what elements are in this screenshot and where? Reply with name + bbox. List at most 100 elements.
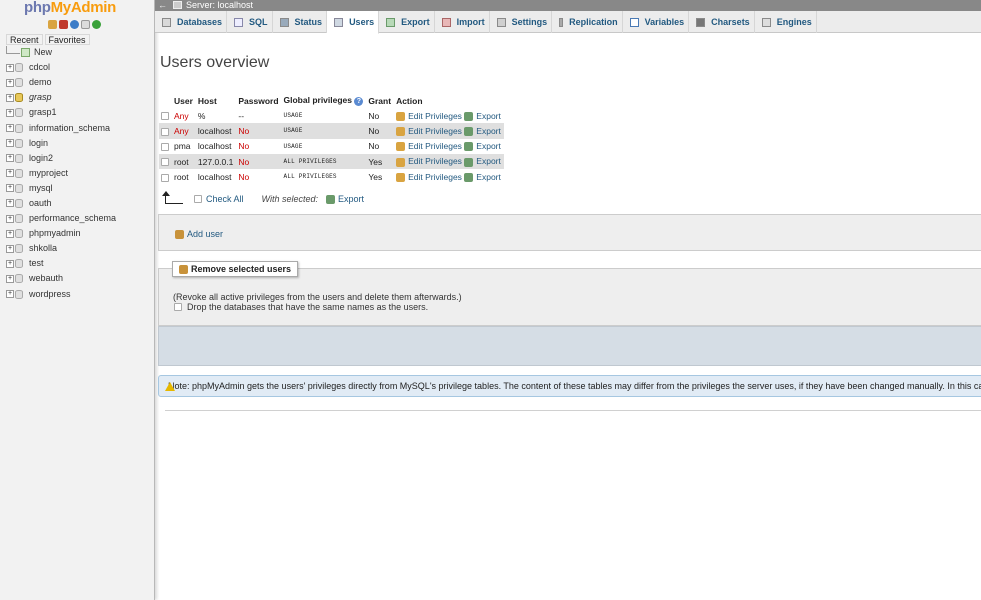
table-row: pma localhost No USAGE No Edit Privilege… <box>159 138 504 154</box>
tree-item-test[interactable]: + test <box>6 256 116 271</box>
edit-privileges-link[interactable]: Edit Privileges <box>396 111 462 121</box>
help-icon[interactable]: ? <box>354 96 364 106</box>
database-icon <box>15 78 23 88</box>
row-checkbox[interactable] <box>161 173 169 182</box>
check-all-checkbox[interactable] <box>194 195 202 203</box>
expand-icon[interactable]: + <box>6 169 14 178</box>
link-label: Export <box>476 125 501 136</box>
export-link[interactable]: Export <box>464 125 501 137</box>
tab-databases[interactable]: Databases <box>155 11 228 33</box>
edit-privileges-link[interactable]: Edit Privileges <box>396 141 462 152</box>
tab-import[interactable]: Import <box>435 11 490 33</box>
drop-databases-label[interactable]: Drop the databases that have the same na… <box>187 302 428 312</box>
host-cell: localhost <box>195 138 237 154</box>
quick-icons <box>48 20 101 31</box>
expand-icon[interactable]: + <box>6 93 14 102</box>
grant-cell: No <box>366 123 395 139</box>
export-link[interactable]: Export <box>464 111 501 121</box>
expand-icon[interactable]: + <box>6 290 14 299</box>
export-link[interactable]: Export <box>464 156 501 167</box>
add-user-link[interactable]: Add user <box>175 229 223 239</box>
column-global-privileges[interactable]: Global privileges ? <box>281 93 367 108</box>
tree-item-information-schema[interactable]: + information_schema <box>6 120 116 135</box>
link-label: Edit Privileges <box>408 141 462 152</box>
tab-settings[interactable]: Settings <box>490 11 553 33</box>
edit-privileges-link[interactable]: Edit Privileges <box>396 156 462 167</box>
tree-item-shkolla[interactable]: + shkolla <box>6 241 116 256</box>
expand-icon[interactable]: + <box>6 214 14 223</box>
home-icon[interactable] <box>48 20 57 29</box>
row-checkbox[interactable] <box>161 158 169 167</box>
tab-users[interactable]: Users <box>327 11 380 34</box>
column-password[interactable]: Password <box>236 93 282 108</box>
edit-privileges-link[interactable]: Edit Privileges <box>396 172 462 182</box>
collapse-arrow-icon[interactable]: ← <box>158 0 167 10</box>
column-grant[interactable]: Grant <box>366 93 395 108</box>
expand-icon[interactable]: + <box>6 108 14 117</box>
tree-item-demo[interactable]: + demo <box>6 75 116 90</box>
column-user[interactable]: User <box>172 93 196 108</box>
phpmyadmin-logo[interactable]: phpMyAdmin <box>24 0 116 16</box>
tab-export[interactable]: Export <box>379 11 435 33</box>
expand-icon[interactable]: + <box>6 124 14 133</box>
expand-icon[interactable]: + <box>6 139 14 148</box>
server-breadcrumb[interactable]: Server: localhost <box>186 0 253 10</box>
drop-databases-checkbox[interactable] <box>174 303 182 311</box>
tree-item-myproject[interactable]: + myproject <box>6 166 116 181</box>
database-icon <box>15 123 23 133</box>
tree-item-grasp1[interactable]: + grasp1 <box>6 105 116 120</box>
tab-charsets[interactable]: Charsets <box>689 11 755 33</box>
tree-item-new[interactable]: New <box>6 45 116 60</box>
expand-icon[interactable]: + <box>6 63 14 72</box>
tab-variables[interactable]: Variables <box>623 11 690 33</box>
tree-item-performance-schema[interactable]: + performance_schema <box>6 211 116 226</box>
expand-icon[interactable]: + <box>6 274 14 283</box>
help-icon[interactable] <box>70 20 79 29</box>
tab-status[interactable]: Status <box>273 11 328 33</box>
tree-item-login2[interactable]: + login2 <box>6 151 116 166</box>
edit-privileges-link[interactable]: Edit Privileges <box>396 126 462 137</box>
reload-icon[interactable] <box>92 20 101 29</box>
tree-item-phpmyadmin[interactable]: + phpmyadmin <box>6 226 116 241</box>
variables-icon <box>629 17 639 27</box>
tab-sql[interactable]: SQL <box>227 11 273 33</box>
tree-item-cdcol[interactable]: + cdcol <box>6 60 116 75</box>
remove-selected-users-legend: Remove selected users <box>172 261 299 277</box>
expand-icon[interactable]: + <box>6 229 14 238</box>
database-icon <box>15 259 23 269</box>
tree-item-login[interactable]: + login <box>6 136 116 151</box>
expand-icon[interactable]: + <box>6 244 14 253</box>
docs-icon[interactable] <box>81 20 90 29</box>
tree-item-label: grasp1 <box>29 107 57 118</box>
tree-item-wordpress[interactable]: + wordpress <box>6 287 116 302</box>
tab-recent[interactable]: Recent <box>6 34 43 45</box>
tree-item-label: login2 <box>29 152 54 163</box>
tree-item-label: webauth <box>29 273 64 284</box>
tab-engines[interactable]: Engines <box>755 11 817 33</box>
check-all-label[interactable]: Check All <box>206 194 244 204</box>
expand-icon[interactable]: + <box>6 78 14 87</box>
tree-item-oauth[interactable]: + oauth <box>6 196 116 211</box>
export-link[interactable]: Export <box>464 141 501 152</box>
tree-item-mysql[interactable]: + mysql <box>6 181 116 196</box>
tab-label: Settings <box>511 17 548 27</box>
tree-item-webauth[interactable]: + webauth <box>6 271 116 286</box>
tab-favorites[interactable]: Favorites <box>44 34 90 45</box>
export-link[interactable]: Export <box>464 172 501 182</box>
password-cell: -- <box>236 108 282 124</box>
row-checkbox[interactable] <box>161 127 169 136</box>
database-icon <box>15 289 23 299</box>
database-tree: New + cdcol + demo + grasp + grasp1 + informa… <box>6 45 116 302</box>
row-checkbox[interactable] <box>161 112 169 121</box>
expand-icon[interactable]: + <box>6 199 14 208</box>
row-checkbox[interactable] <box>161 142 169 151</box>
bulk-export-button[interactable]: Export <box>325 194 364 204</box>
expand-icon[interactable]: + <box>6 184 14 193</box>
tab-replication[interactable]: Replication <box>552 11 623 33</box>
logout-icon[interactable] <box>59 20 68 29</box>
expand-icon[interactable]: + <box>6 259 14 268</box>
tree-item-grasp[interactable]: + grasp <box>6 90 116 105</box>
column-host[interactable]: Host <box>195 93 237 108</box>
table-row: root localhost No ALL PRIVILEGES Yes Edi… <box>159 169 504 185</box>
expand-icon[interactable]: + <box>6 154 14 163</box>
